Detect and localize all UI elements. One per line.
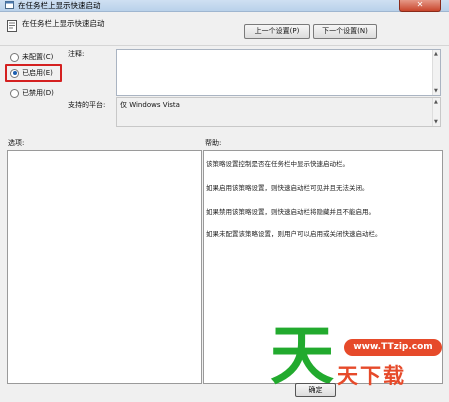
next-setting-button[interactable]: 下一个设置(N) bbox=[313, 24, 377, 39]
options-label: 选项: bbox=[8, 139, 25, 147]
radio-label: 未配置(C) bbox=[22, 53, 54, 61]
options-panel bbox=[7, 150, 202, 384]
radio-disabled[interactable]: 已禁用(D) bbox=[10, 87, 54, 99]
watermark-logo: 天 bbox=[270, 320, 334, 394]
scroll-up-icon[interactable]: ▲ bbox=[434, 51, 438, 57]
help-label: 帮助: bbox=[205, 139, 222, 147]
supported-value: 仅 Windows Vista bbox=[120, 101, 180, 109]
comment-textarea[interactable]: ▲ ▼ bbox=[116, 49, 441, 96]
watermark-url: www.TTzip.com bbox=[344, 339, 442, 356]
comment-label: 注释: bbox=[68, 50, 85, 58]
radio-button[interactable] bbox=[10, 88, 19, 98]
previous-setting-button[interactable]: 上一个设置(P) bbox=[244, 24, 310, 39]
supported-scrollbar[interactable]: ▲ ▼ bbox=[432, 98, 440, 126]
help-line: 如果禁用该策略设置，则快速启动栏将隐藏并且不能启用。 bbox=[206, 208, 375, 216]
comment-scrollbar[interactable]: ▲ ▼ bbox=[432, 50, 440, 95]
radio-button[interactable] bbox=[10, 52, 19, 62]
watermark-brand: 天下载 bbox=[337, 364, 406, 388]
window-icon bbox=[5, 1, 14, 9]
enabled-highlight-box bbox=[5, 64, 62, 82]
supported-label: 支持的平台: bbox=[68, 101, 106, 109]
scroll-up-icon[interactable]: ▲ bbox=[434, 99, 438, 105]
close-icon: ✕ bbox=[416, 0, 424, 9]
help-line: 该策略设置控制是否在任务栏中显示快速启动栏。 bbox=[206, 160, 349, 168]
window-title: 在任务栏上显示快速启动 bbox=[18, 1, 101, 10]
radio-not-configured[interactable]: 未配置(C) bbox=[10, 51, 53, 63]
close-button[interactable]: ✕ bbox=[399, 0, 441, 12]
scroll-down-icon[interactable]: ▼ bbox=[434, 88, 438, 94]
help-line: 如果未配置该策略设置，则用户可以启用或关闭快速启动栏。 bbox=[206, 230, 382, 238]
ok-button[interactable]: 确定 bbox=[295, 383, 336, 397]
radio-label: 已禁用(D) bbox=[22, 89, 54, 97]
policy-name: 在任务栏上显示快速启动 bbox=[22, 19, 105, 28]
help-line: 如果启用该策略设置，则快速启动栏可见并且无法关闭。 bbox=[206, 184, 369, 192]
policy-icon bbox=[7, 20, 17, 32]
scroll-down-icon[interactable]: ▼ bbox=[434, 119, 438, 125]
